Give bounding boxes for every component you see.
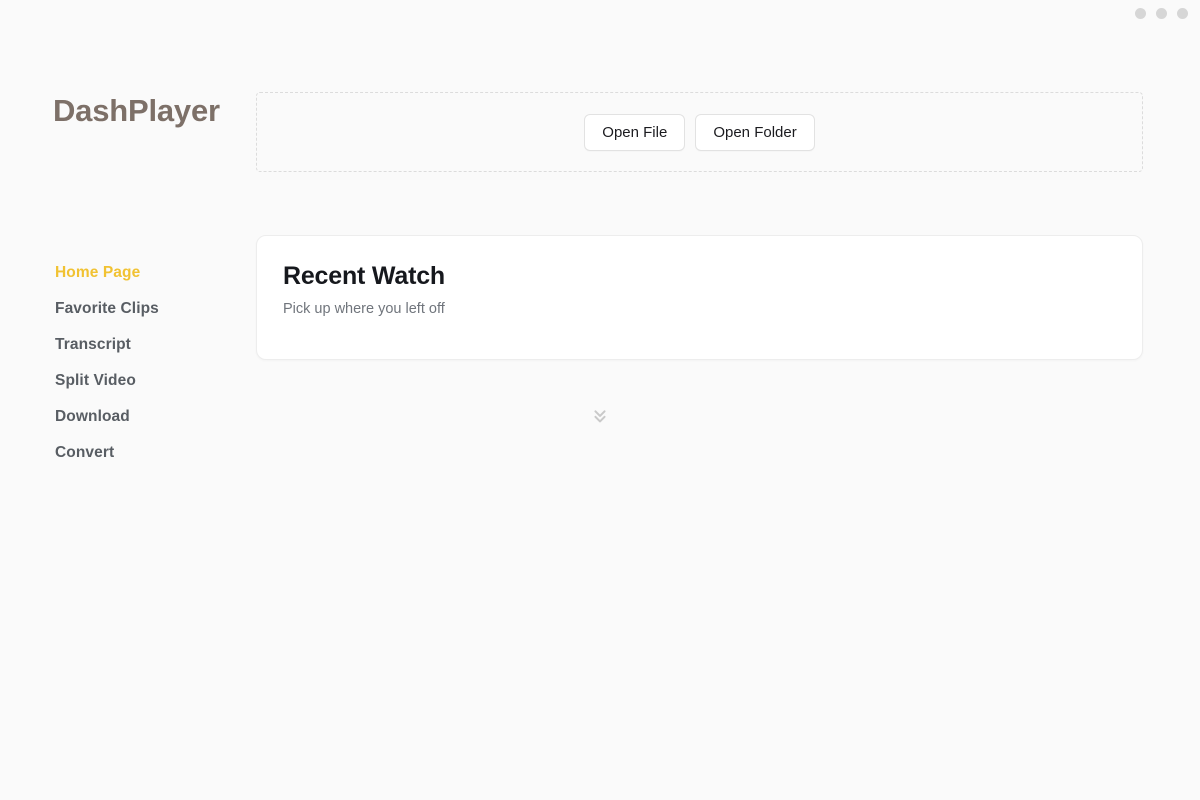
open-folder-button[interactable]: Open Folder [695,113,815,151]
recent-watch-subtitle: Pick up where you left off [283,301,445,317]
recent-watch-title: Recent Watch [283,262,445,290]
recent-watch-card: Recent Watch Pick up where you left off [256,235,1143,360]
chevrons-down-icon[interactable] [589,404,611,426]
sidebar-item-favorite-clips[interactable]: Favorite Clips [55,291,225,327]
scroll-hint[interactable] [0,404,1200,426]
file-dropzone[interactable]: Open File Open Folder [256,92,1143,172]
sidebar-item-home-page[interactable]: Home Page [55,255,225,291]
sidebar-item-split-video[interactable]: Split Video [55,363,225,399]
title-bar [0,0,1200,30]
close-dot[interactable] [1177,8,1188,19]
sidebar-nav: Home Page Favorite Clips Transcript Spli… [55,255,225,471]
app-logo: DashPlayer [53,93,220,128]
sidebar-item-convert[interactable]: Convert [55,435,225,471]
maximize-dot[interactable] [1156,8,1167,19]
window-controls [1135,8,1188,19]
sidebar-item-transcript[interactable]: Transcript [55,327,225,363]
open-file-button[interactable]: Open File [584,113,686,151]
minimize-dot[interactable] [1135,8,1146,19]
